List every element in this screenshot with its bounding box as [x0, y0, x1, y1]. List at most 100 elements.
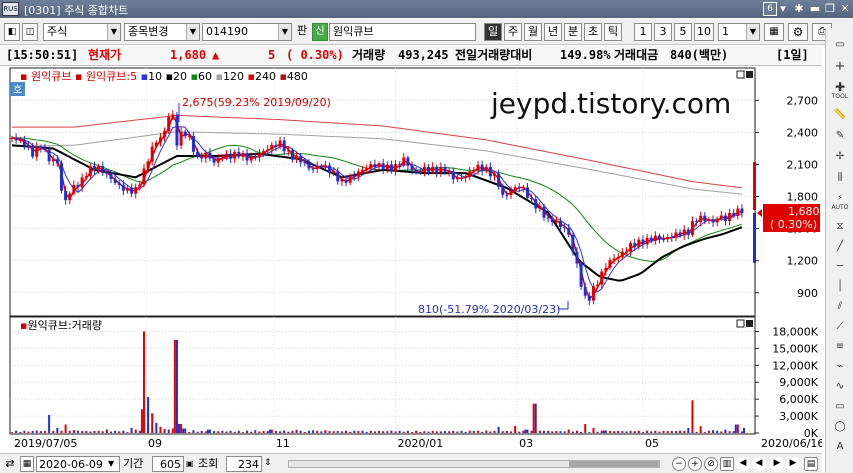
close-icon[interactable]: ✕ — [838, 2, 852, 16]
window-number-badge[interactable]: 6 — [763, 2, 777, 16]
pin-icon[interactable]: ✱ — [792, 2, 806, 16]
stock-code-input[interactable]: 014190 ▼ — [202, 23, 292, 41]
period-toggle-button[interactable]: [1일] — [776, 46, 809, 65]
date-dropdown-icon[interactable]: ▼ — [108, 456, 114, 472]
price-change: 5 — [268, 48, 276, 62]
volume-bar — [225, 431, 228, 433]
text-tool-icon[interactable]: A — [829, 438, 851, 456]
interval-5-button[interactable]: 5 — [674, 23, 692, 41]
view-spin-icon[interactable]: ⇕ — [264, 456, 272, 472]
nav-start-icon[interactable]: ◀ — [736, 457, 750, 471]
volume-bar — [340, 431, 343, 433]
window-menu-icon[interactable]: ▾ — [778, 2, 788, 16]
volume-bar — [716, 430, 719, 433]
market-select[interactable]: 주식 ▼ — [43, 23, 121, 41]
period-year-button[interactable]: 년 — [544, 23, 562, 41]
pan-button[interactable]: 판 — [294, 23, 310, 41]
legend-stock-name: 원익큐브 — [31, 70, 71, 83]
split-panel-icon[interactable]: ◫ — [22, 23, 38, 41]
mode-select[interactable]: 종목변경 ▼ — [124, 23, 200, 41]
interval-3-button[interactable]: 3 — [654, 23, 672, 41]
crosshair-icon[interactable]: ✢ — [829, 148, 851, 166]
fan-icon[interactable]: ⟋ — [829, 318, 851, 336]
calendar-icon[interactable]: ▦ — [20, 456, 34, 472]
reset-zoom-icon[interactable]: ⊘ — [704, 457, 718, 471]
volume-bar — [287, 431, 290, 433]
layout-icon[interactable]: ▤ — [804, 457, 818, 471]
candle-body — [719, 215, 723, 219]
candlestick-chart[interactable]: 2,7002,4002,1001,8001,5001,200900 18,000… — [0, 67, 824, 453]
horizontal-scrollbar[interactable] — [288, 460, 660, 468]
interval-count-input[interactable]: 1 ▼ — [718, 23, 760, 41]
interval-10-button[interactable]: 10 — [694, 23, 714, 41]
period-week-button[interactable]: 주 — [504, 23, 522, 41]
candle-type-icon[interactable]: ⫼ — [829, 169, 851, 187]
sin-badge[interactable]: 신 — [312, 23, 328, 41]
expand-panel-icon[interactable]: ◧ — [4, 23, 20, 41]
candle-body — [567, 228, 571, 235]
volume-bar — [604, 430, 607, 433]
volume-bar — [411, 432, 414, 433]
period-lock-icon[interactable]: ▣ — [186, 456, 194, 472]
horizontal-line-icon[interactable]: ─ — [829, 258, 851, 276]
collapse-icon[interactable]: ▭ — [829, 36, 851, 54]
volume-bar — [386, 431, 389, 433]
fibonacci-icon[interactable]: ≡ — [829, 338, 851, 356]
parallel-lines-icon[interactable]: ⫽ — [829, 298, 851, 316]
volume-bar — [23, 430, 26, 433]
view-count-input[interactable]: 234 — [226, 456, 262, 472]
nav-prev-icon[interactable]: ◀ — [752, 457, 766, 471]
volume-bar — [509, 431, 512, 433]
volume-bar — [320, 431, 323, 433]
volume-bar — [720, 431, 723, 433]
interval-1-button[interactable]: 1 — [634, 23, 652, 41]
period-tick-button[interactable]: 틱 — [604, 23, 622, 41]
bar-chart-icon[interactable]: ▥ — [720, 457, 734, 471]
candle-body — [736, 208, 740, 216]
chart-area[interactable]: 2,7002,4002,1001,8001,5001,200900 18,000… — [0, 67, 824, 453]
period-month-button[interactable]: 월 — [524, 23, 542, 41]
candle-body — [191, 135, 195, 152]
minimize-icon[interactable]: ▬ — [808, 2, 822, 16]
scroll-left-icon[interactable]: ⇄ — [3, 456, 17, 472]
vertical-line-icon[interactable]: │ — [829, 278, 851, 296]
volume-panel-maximize-icon[interactable] — [746, 320, 753, 327]
zigzag-icon[interactable]: ⌁ — [829, 358, 851, 376]
price-panel-maximize-icon[interactable] — [746, 71, 753, 78]
filter-icon[interactable]: ⧖ — [829, 218, 851, 236]
plus-icon[interactable]: + — [829, 58, 851, 76]
grid-icon[interactable]: ▦ — [764, 23, 784, 41]
nav-next-icon[interactable]: ▶ — [770, 457, 784, 471]
period-minute-button[interactable]: 분 — [564, 23, 582, 41]
period-day-button[interactable]: 일 — [484, 23, 502, 41]
volume-bar — [64, 424, 67, 433]
rectangle-icon[interactable]: ▭ — [829, 398, 851, 416]
ruler-icon[interactable]: 📏 — [829, 106, 851, 124]
volume-bar — [217, 431, 220, 433]
zoom-in-icon[interactable]: + — [688, 457, 702, 471]
price-panel-minimize-icon[interactable] — [736, 70, 745, 79]
gear-icon[interactable]: ⚙ — [788, 23, 808, 41]
period-input[interactable]: 605 — [152, 456, 184, 472]
nav-end-icon[interactable]: ▶ — [786, 457, 800, 471]
stock-name-field[interactable]: 원익큐브 — [329, 23, 476, 41]
restore-icon[interactable]: ❐ — [823, 2, 837, 16]
auto-label: AUTO — [831, 204, 849, 211]
candle-body — [435, 166, 439, 173]
volume-bar — [559, 431, 562, 433]
volume-panel-minimize-icon[interactable] — [736, 319, 745, 328]
trendline-icon[interactable]: ╱ — [829, 238, 851, 256]
candle-body — [480, 164, 484, 172]
candle-body — [356, 171, 360, 177]
zoom-out-icon[interactable]: − — [672, 457, 686, 471]
candle-body — [402, 157, 406, 166]
scrollbar-thumb[interactable] — [569, 461, 659, 467]
current-price-tag-pct: ( 0.30%) — [770, 218, 817, 231]
volume-bar — [526, 429, 529, 433]
wave-icon[interactable]: ∿ — [829, 378, 851, 396]
candle-body — [686, 229, 690, 235]
period-second-button[interactable]: 초 — [584, 23, 602, 41]
cursor-icon[interactable]: ✎ — [829, 127, 851, 145]
ellipse-icon[interactable]: ◯ — [829, 418, 851, 436]
toolbar: ◧ ◫ 주식 ▼ 종목변경 ▼ 014190 ▼ 판 신 원익큐브 일 주 월 … — [0, 19, 853, 45]
